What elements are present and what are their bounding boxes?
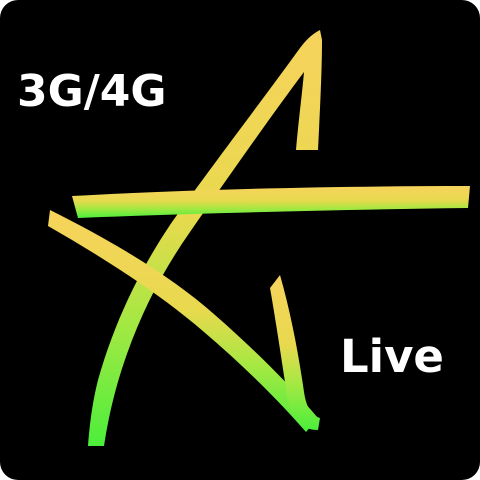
live-label: Live xyxy=(340,330,444,383)
network-label: 3G/4G xyxy=(17,66,167,117)
app-icon[interactable]: 3G/4G Live xyxy=(0,0,480,480)
